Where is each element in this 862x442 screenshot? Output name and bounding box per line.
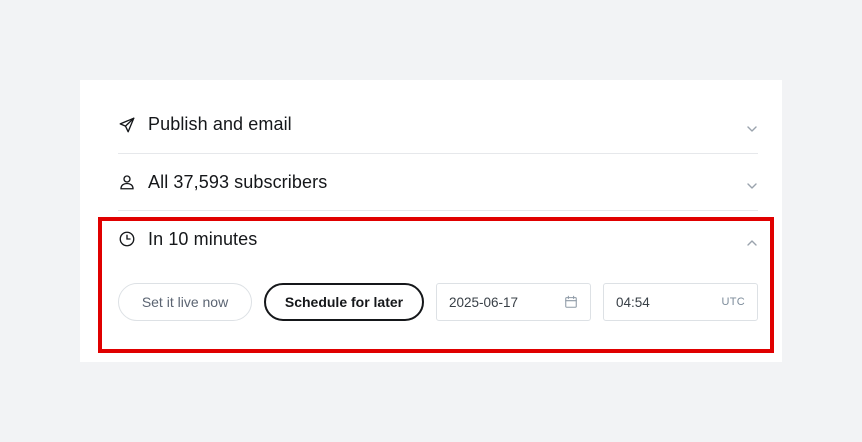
publish-time-label: In 10 minutes: [148, 228, 258, 249]
paper-plane-icon: [118, 116, 136, 134]
publish-settings-card: Publish and email All 37,593 subscribers: [80, 80, 782, 362]
schedule-controls: Set it live now Schedule for later 2025-…: [118, 283, 758, 321]
date-value: 2025-06-17: [449, 294, 519, 310]
schedule-for-later-button[interactable]: Schedule for later: [264, 283, 424, 321]
set-live-now-button[interactable]: Set it live now: [118, 283, 252, 321]
audience-row[interactable]: All 37,593 subscribers: [118, 154, 758, 211]
publish-type-row[interactable]: Publish and email: [118, 96, 758, 154]
user-icon: [118, 173, 136, 191]
clock-icon: [118, 230, 136, 248]
date-field[interactable]: 2025-06-17: [436, 283, 591, 321]
chevron-down-icon: [746, 180, 758, 192]
audience-label: All 37,593 subscribers: [148, 171, 328, 192]
calendar-icon[interactable]: [564, 295, 578, 309]
chevron-up-icon: [746, 237, 758, 249]
publish-type-label: Publish and email: [148, 114, 292, 134]
chevron-down-icon: [746, 123, 758, 135]
time-value: 04:54: [616, 294, 650, 310]
publish-time-row[interactable]: In 10 minutes: [118, 211, 758, 267]
timezone-label: UTC: [721, 296, 745, 308]
time-field[interactable]: 04:54 UTC: [603, 283, 758, 321]
